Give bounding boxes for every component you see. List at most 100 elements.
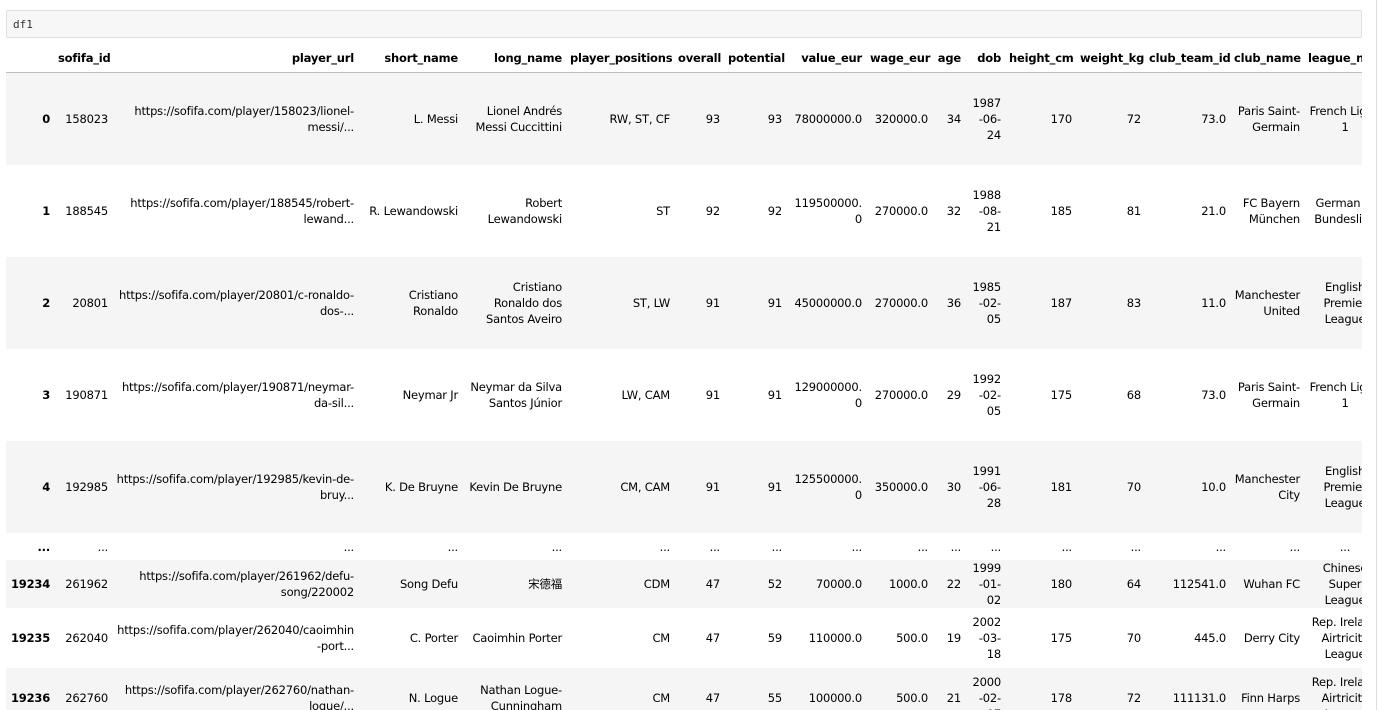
table-cell: 112541.0	[1172, 577, 1226, 591]
table-cell: 1988-08-21	[972, 188, 1002, 234]
table-cell: 47	[705, 631, 720, 645]
row-index: 0	[42, 112, 50, 126]
table-cell: 1000.0	[888, 577, 928, 591]
table-cell: 64	[1126, 577, 1141, 591]
table-cell: 73.0	[1201, 112, 1226, 126]
column-header: potential	[724, 44, 786, 73]
table-cell: 11.0	[1201, 296, 1226, 310]
table-cell: 70	[1126, 631, 1141, 645]
table-cell: 500.0	[896, 631, 928, 645]
table-cell: 192985	[65, 480, 108, 494]
table-cell: 92	[767, 204, 782, 218]
table-cell: Robert Lewandowski	[487, 196, 563, 226]
table-cell: ...	[917, 539, 929, 554]
column-header: league_name	[1304, 44, 1362, 73]
table-cell: 1985-02-05	[972, 280, 1002, 326]
table-cell: 185	[1050, 204, 1073, 218]
table-cell: French Ligue 1	[1309, 380, 1362, 410]
column-header: overall	[674, 44, 724, 73]
table-cell: 34	[946, 112, 961, 126]
column-header: player_positions	[566, 44, 674, 73]
table-cell: 320000.0	[874, 112, 928, 126]
table-cell: Lionel Andrés Messi Cuccittini	[475, 104, 563, 134]
table-row: 4 192985 https://sofifa.com/player/192985/…	[6, 441, 1362, 533]
table-cell: 170	[1050, 112, 1073, 126]
table-cell: Nathan Logue-Cunningham	[480, 683, 562, 710]
column-header: short_name	[358, 44, 462, 73]
table-cell: 188545	[65, 204, 108, 218]
table-cell: Cristiano Ronaldo	[408, 288, 458, 318]
table-cell: 29	[946, 388, 961, 402]
table-cell: 21.0	[1201, 204, 1226, 218]
table-cell: https://sofifa.com/player/188545/robert-…	[130, 196, 354, 226]
code-cell-input[interactable]: df1	[6, 10, 1362, 38]
table-cell: 78000000.0	[794, 112, 862, 126]
table-cell: Paris Saint-Germain	[1237, 104, 1300, 134]
table-cell: 175	[1050, 388, 1073, 402]
table-cell: Derry City	[1243, 631, 1300, 645]
table-cell: 91	[705, 296, 720, 310]
table-cell: https://sofifa.com/player/262760/nathan-…	[124, 683, 354, 710]
table-cell: 1987-06-24	[972, 96, 1002, 142]
table-cell: 270000.0	[874, 296, 928, 310]
table-cell: ...	[709, 539, 721, 554]
table-cell: German 1. Bundesliga	[1314, 196, 1362, 226]
table-cell: RW, ST, CF	[609, 112, 671, 126]
table-cell: ...	[771, 539, 783, 554]
table-cell: English Premier League	[1323, 280, 1362, 326]
table-cell: 178	[1050, 691, 1073, 705]
table-cell: 45000000.0	[794, 296, 862, 310]
table-cell: 110000.0	[808, 631, 862, 645]
table-cell: English Premier League	[1323, 464, 1362, 510]
table-cell: ...	[343, 539, 355, 554]
table-cell: Song Defu	[399, 577, 458, 591]
table-cell: 500.0	[896, 691, 928, 705]
code-text: df1	[13, 18, 33, 31]
table-cell: 83	[1126, 296, 1141, 310]
table-cell: 70000.0	[815, 577, 862, 591]
table-cell: 91	[705, 480, 720, 494]
dataframe-output[interactable]: sofifa_id player_url short_name long_nam…	[6, 44, 1362, 710]
table-cell: LW, CAM	[621, 388, 671, 402]
row-index: 3	[42, 388, 50, 402]
table-cell: 宋德福	[528, 577, 562, 591]
column-header: sofifa_id	[54, 44, 112, 73]
table-cell: 445.0	[1194, 631, 1226, 645]
table-cell: 190871	[65, 388, 108, 402]
table-cell: 30	[946, 480, 961, 494]
table-cell: 1999-01-02	[972, 561, 1002, 607]
column-header: club_name	[1230, 44, 1304, 73]
table-row: 19235 262040 https://sofifa.com/player/262…	[6, 608, 1362, 668]
table-cell: ...	[950, 539, 962, 554]
column-header: wage_eur	[866, 44, 932, 73]
table-cell: Rep. Ireland Airtricity League	[1311, 675, 1362, 710]
table-cell: 36	[946, 296, 961, 310]
table-cell: C. Porter	[409, 631, 458, 645]
table-cell: 125500000.0	[794, 472, 862, 502]
row-index: 4	[42, 480, 50, 494]
table-cell: CM, CAM	[620, 480, 670, 494]
table-cell: CM	[652, 631, 670, 645]
table-cell: CM	[652, 691, 670, 705]
table-cell: ...	[1130, 539, 1142, 554]
table-cell: 2000-02-07	[972, 675, 1002, 710]
table-cell: 81	[1126, 204, 1141, 218]
table-cell: Cristiano Ronaldo dos Santos Aveiro	[485, 280, 562, 326]
table-cell: 91	[767, 388, 782, 402]
table-cell: 129000000.0	[794, 380, 862, 410]
table-cell: ...	[851, 539, 863, 554]
table-cell: 10.0	[1201, 480, 1226, 494]
table-cell: 175	[1050, 631, 1073, 645]
table-cell: 111131.0	[1172, 691, 1226, 705]
table-cell: L. Messi	[413, 112, 458, 126]
table-cell: 270000.0	[874, 388, 928, 402]
table-cell: 73.0	[1201, 388, 1226, 402]
table-cell: Manchester United	[1234, 288, 1300, 318]
table-cell: 47	[705, 691, 720, 705]
table-cell: 91	[767, 296, 782, 310]
table-cell: 19	[946, 631, 961, 645]
table-row: 0 158023 https://sofifa.com/player/158023/…	[6, 72, 1362, 165]
table-cell: 180	[1050, 577, 1073, 591]
table-cell: 158023	[65, 112, 108, 126]
header-row: sofifa_id player_url short_name long_nam…	[6, 44, 1362, 73]
